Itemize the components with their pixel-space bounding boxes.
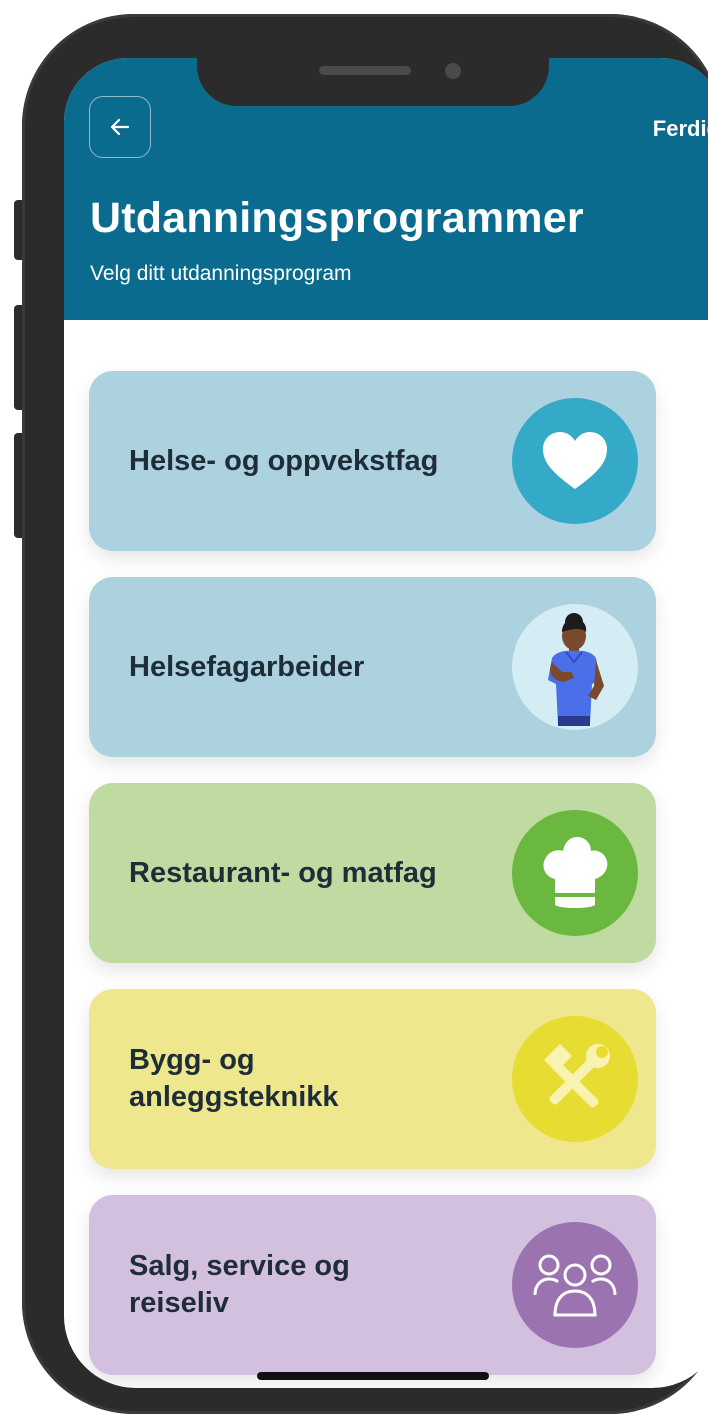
people-icon bbox=[533, 1254, 617, 1317]
program-icon-badge bbox=[512, 398, 638, 524]
program-label: Bygg- og anleggsteknikk bbox=[129, 1044, 339, 1113]
program-label: Salg, service og reiseliv bbox=[129, 1250, 350, 1319]
heart-icon bbox=[543, 432, 607, 489]
front-camera bbox=[445, 63, 461, 79]
program-label: Restaurant- og matfag bbox=[129, 856, 437, 889]
program-label: Helsefagarbeider bbox=[129, 650, 365, 683]
program-card-restaurant-matfag[interactable]: Restaurant- og matfag bbox=[89, 783, 656, 963]
home-indicator[interactable] bbox=[257, 1372, 489, 1380]
page-subtitle: Velg ditt utdanningsprogram bbox=[90, 262, 352, 285]
program-icon-badge bbox=[512, 810, 638, 936]
health-worker-illustration bbox=[548, 613, 604, 726]
program-label: Helse- og oppvekstfag bbox=[129, 444, 439, 477]
program-icon-badge bbox=[512, 1016, 638, 1142]
health-worker-avatar bbox=[512, 604, 638, 730]
back-button[interactable] bbox=[89, 96, 151, 158]
program-card-helsefagarbeider[interactable]: Helsefagarbeider bbox=[89, 577, 656, 757]
program-card-salg-service-reiseliv[interactable]: Salg, service og reiseliv bbox=[89, 1195, 656, 1375]
program-card-helse-oppvekst[interactable]: Helse- og oppvekstfag bbox=[89, 371, 656, 551]
notch bbox=[197, 58, 549, 106]
page-title: Utdanningsprogrammer bbox=[90, 194, 584, 242]
phone-screen: Ferdig Utdanningsprogrammer Velg ditt ut… bbox=[64, 58, 708, 1388]
program-card-bygg-anlegg[interactable]: Bygg- og anleggsteknikk bbox=[89, 989, 656, 1169]
done-button[interactable]: Ferdig bbox=[653, 116, 708, 142]
tools-icon bbox=[544, 1044, 610, 1108]
chef-hat-icon bbox=[543, 837, 608, 908]
arrow-left-icon bbox=[110, 118, 130, 136]
program-icon-badge bbox=[512, 1222, 638, 1348]
speaker-grille bbox=[319, 66, 411, 75]
